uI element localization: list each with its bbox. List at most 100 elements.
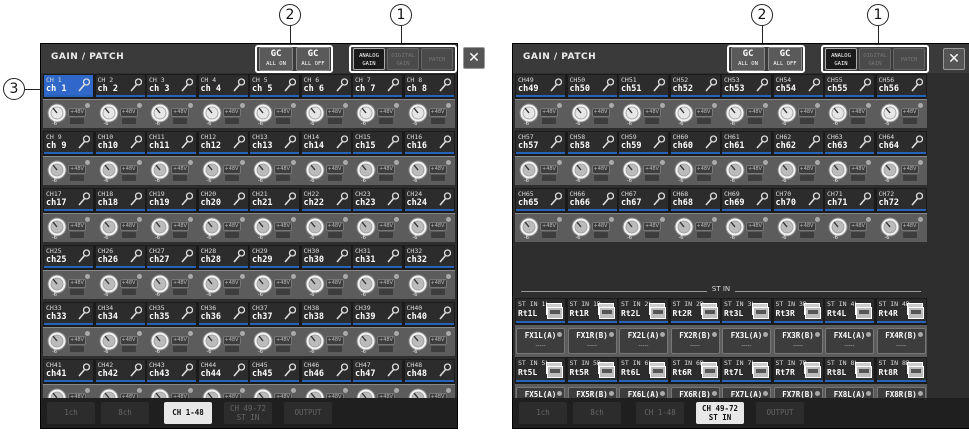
- channel-select-button[interactable]: CH36 ch36: [198, 303, 248, 325]
- tab-output[interactable]: OUTPUT: [756, 402, 804, 424]
- phantom-power-indicator[interactable]: +48V: [797, 222, 816, 231]
- gain-knob[interactable]: [202, 274, 222, 294]
- channel-select-button[interactable]: CH22 ch22: [301, 189, 351, 211]
- gain-knob[interactable]: [356, 160, 376, 180]
- tab-8ch[interactable]: 8ch: [573, 402, 621, 424]
- gain-knob[interactable]: [725, 103, 745, 123]
- st-in-channel-button[interactable]: ST IN 8L Rt8L: [825, 358, 874, 382]
- gain-knob[interactable]: [725, 217, 745, 237]
- gain-knob[interactable]: [828, 160, 848, 180]
- phantom-power-indicator[interactable]: +48V: [171, 108, 189, 117]
- gain-knob[interactable]: [408, 331, 428, 351]
- phantom-power-indicator[interactable]: +48V: [171, 165, 189, 174]
- close-button-left[interactable]: ✕: [463, 47, 485, 69]
- phantom-power-indicator[interactable]: +48V: [325, 108, 344, 117]
- phantom-power-indicator[interactable]: +48V: [68, 165, 86, 174]
- gain-knob[interactable]: [519, 160, 539, 180]
- gain-knob[interactable]: [150, 217, 170, 237]
- gain-knob[interactable]: [305, 103, 325, 123]
- fx-return-button[interactable]: FX2R(B) -----: [670, 328, 720, 354]
- channel-select-button[interactable]: CH46 ch46: [301, 360, 351, 382]
- phantom-power-indicator[interactable]: +48V: [694, 108, 713, 117]
- channel-select-button[interactable]: CH63 ch63: [825, 132, 874, 154]
- fx-return-button[interactable]: FX2L(A) -----: [619, 328, 668, 354]
- channel-select-button[interactable]: CH21 ch21: [250, 189, 299, 211]
- phantom-power-indicator[interactable]: +48V: [171, 279, 189, 288]
- channel-select-button[interactable]: CH70 ch70: [773, 189, 823, 211]
- channel-select-button[interactable]: CH52 ch52: [670, 75, 720, 97]
- channel-select-button[interactable]: CH71 ch71: [825, 189, 874, 211]
- gain-knob[interactable]: [880, 217, 900, 237]
- gain-knob[interactable]: [519, 217, 539, 237]
- phantom-power-indicator[interactable]: +48V: [222, 279, 241, 288]
- patch-button[interactable]: PATCH: [893, 48, 925, 70]
- gain-knob[interactable]: [622, 217, 642, 237]
- channel-select-button[interactable]: CH35 ch35: [147, 303, 196, 325]
- gain-knob[interactable]: [150, 331, 170, 351]
- phantom-power-indicator[interactable]: +48V: [171, 222, 189, 231]
- gain-knob[interactable]: [880, 103, 900, 123]
- channel-select-button[interactable]: CH40 ch40: [404, 303, 454, 325]
- channel-select-button[interactable]: CH41 ch41: [44, 360, 93, 382]
- gc-all-on-button[interactable]: GC ALL ON: [259, 47, 293, 71]
- channel-select-button[interactable]: CH 9 ch 9: [44, 132, 93, 154]
- phantom-power-indicator[interactable]: +48V: [119, 165, 138, 174]
- analog-gain-button[interactable]: ANALOG GAIN: [353, 48, 385, 70]
- phantom-power-indicator[interactable]: +48V: [428, 336, 447, 345]
- channel-select-button[interactable]: CH 4 ch 4: [198, 75, 248, 97]
- phantom-power-indicator[interactable]: +48V: [119, 108, 138, 117]
- channel-select-button[interactable]: CH53 ch53: [722, 75, 771, 97]
- channel-select-button[interactable]: CH60 ch60: [670, 132, 720, 154]
- channel-select-button[interactable]: CH29 ch29: [250, 246, 299, 268]
- gain-knob[interactable]: [408, 103, 428, 123]
- gain-knob[interactable]: [725, 160, 745, 180]
- fx-return-button[interactable]: FX4L(A) -----: [825, 328, 874, 354]
- phantom-power-indicator[interactable]: +48V: [428, 165, 447, 174]
- channel-select-button[interactable]: CH28 ch28: [198, 246, 248, 268]
- gain-knob[interactable]: [253, 274, 273, 294]
- tab-ch-49-72[interactable]: CH 49-72 ST IN: [224, 402, 272, 424]
- gain-knob[interactable]: [356, 103, 376, 123]
- phantom-power-indicator[interactable]: +48V: [119, 279, 138, 288]
- gain-knob[interactable]: [305, 217, 325, 237]
- phantom-power-indicator[interactable]: +48V: [591, 165, 610, 174]
- gain-knob[interactable]: [305, 274, 325, 294]
- st-in-channel-button[interactable]: ST IN 3L Rt3L: [722, 299, 771, 323]
- digital-gain-button[interactable]: DIGITAL GAIN: [387, 48, 419, 70]
- phantom-power-indicator[interactable]: +48V: [540, 222, 558, 231]
- gain-knob[interactable]: [253, 217, 273, 237]
- phantom-power-indicator[interactable]: +48V: [377, 222, 395, 231]
- st-in-channel-button[interactable]: ST IN 8R Rt8R: [876, 358, 926, 382]
- gain-knob[interactable]: [828, 103, 848, 123]
- tab-8ch[interactable]: 8ch: [101, 402, 149, 424]
- gc-all-off-button[interactable]: GC ALL OFF: [768, 47, 802, 71]
- gain-knob[interactable]: [99, 217, 119, 237]
- gain-knob[interactable]: [408, 160, 428, 180]
- phantom-power-indicator[interactable]: +48V: [694, 222, 713, 231]
- channel-select-button[interactable]: CH27 ch27: [147, 246, 196, 268]
- phantom-power-indicator[interactable]: +48V: [900, 165, 919, 174]
- st-in-channel-button[interactable]: ST IN 7R Rt7R: [773, 358, 823, 382]
- gain-knob[interactable]: [674, 217, 694, 237]
- channel-select-button[interactable]: CH57 ch57: [516, 132, 565, 154]
- phantom-power-indicator[interactable]: +48V: [325, 279, 344, 288]
- tab-output[interactable]: OUTPUT: [284, 402, 332, 424]
- gain-knob[interactable]: [622, 103, 642, 123]
- patch-button[interactable]: PATCH: [421, 48, 453, 70]
- gain-knob[interactable]: [99, 331, 119, 351]
- st-in-channel-button[interactable]: ST IN 7L Rt7L: [722, 358, 771, 382]
- channel-select-button[interactable]: CH45 ch45: [250, 360, 299, 382]
- gain-knob[interactable]: [674, 160, 694, 180]
- gain-knob[interactable]: [408, 274, 428, 294]
- channel-select-button[interactable]: CH59 ch59: [619, 132, 668, 154]
- channel-select-button[interactable]: CH62 ch62: [773, 132, 823, 154]
- phantom-power-indicator[interactable]: +48V: [274, 222, 292, 231]
- channel-select-button[interactable]: CH12 ch12: [198, 132, 248, 154]
- gain-knob[interactable]: [150, 103, 170, 123]
- channel-select-button[interactable]: CH49 ch49: [516, 75, 565, 97]
- gain-knob[interactable]: [202, 103, 222, 123]
- phantom-power-indicator[interactable]: +48V: [900, 108, 919, 117]
- st-in-channel-button[interactable]: ST IN 2L Rt2L: [619, 299, 668, 323]
- tab-ch-49-72[interactable]: CH 49-72 ST IN: [696, 402, 744, 424]
- phantom-power-indicator[interactable]: +48V: [900, 222, 919, 231]
